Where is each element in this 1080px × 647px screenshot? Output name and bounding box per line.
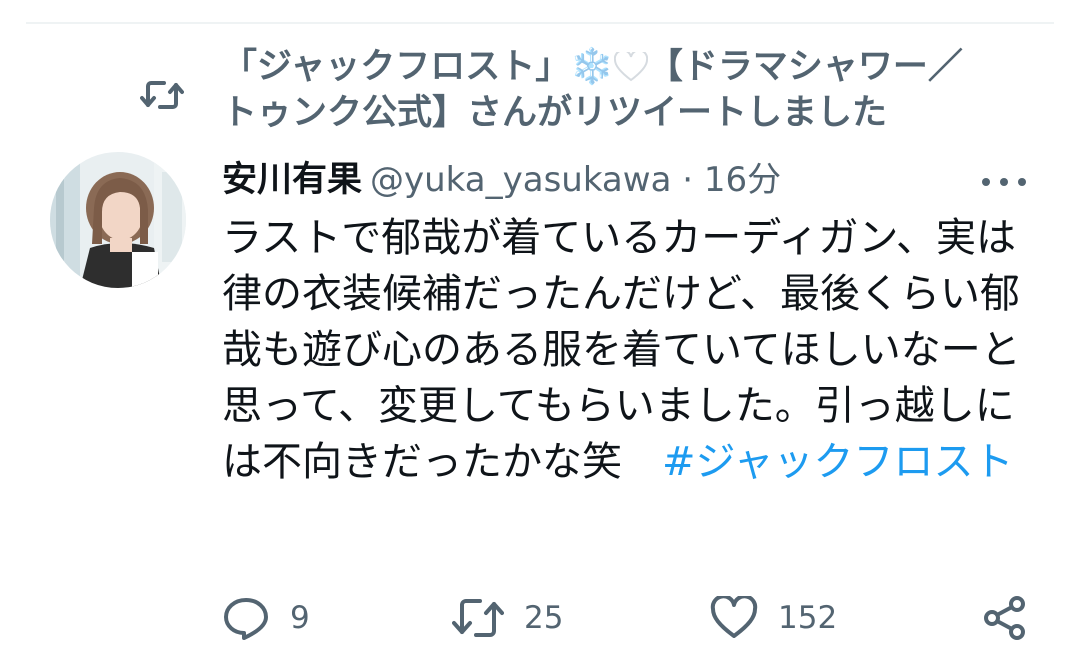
tweet-actions: 9 25 152 (0, 594, 1080, 642)
like-count: 152 (778, 600, 838, 636)
handle-and-time[interactable]: @yuka_yasukawa · 16分 (370, 160, 781, 200)
tweet-screen: 「ジャックフロスト」❄️ 【ドラマシャワー／ トゥンク公式】さんがリツイートしました… (0, 0, 1080, 647)
tweet-header: 安川有果 @yuka_yasukawa · 16分 (222, 157, 781, 203)
more-options-icon[interactable] (980, 168, 1028, 194)
retweeter-name-rest: 【ドラマシャワー／ (647, 47, 963, 87)
reply-icon (224, 598, 268, 640)
white-heart-icon (613, 52, 648, 82)
hashtag-link[interactable]: #ジャックフロスト (662, 439, 1014, 485)
retweet-icon (452, 599, 504, 637)
share-icon (984, 596, 1025, 640)
avatar[interactable] (50, 152, 186, 288)
share-button[interactable] (982, 594, 1028, 642)
retweet-icon (140, 81, 184, 109)
tweet-text: ラストで郁哉が着ているカーディガン、実は律の衣装候補だったんだけど、最後くらい郁… (222, 210, 1022, 490)
snowflake-icon: ❄️ (570, 47, 614, 87)
top-divider (26, 22, 1054, 24)
retweeter-name-line2: トゥンク公式】さんがリツイートしました (222, 93, 888, 133)
retweeter-name: 「ジャックフロスト」 (222, 47, 571, 87)
reply-button[interactable]: 9 (222, 594, 310, 642)
like-icon (710, 596, 758, 638)
display-name[interactable]: 安川有果 (222, 160, 362, 200)
retweet-button[interactable]: 25 (452, 594, 563, 642)
retweet-count: 25 (524, 600, 564, 636)
retweet-context-text[interactable]: 「ジャックフロスト」❄️ 【ドラマシャワー／ トゥンク公式】さんがリツイートしました (222, 44, 1042, 136)
like-button[interactable]: 152 (710, 594, 837, 642)
retweet-context: 「ジャックフロスト」❄️ 【ドラマシャワー／ トゥンク公式】さんがリツイートしました (0, 44, 1080, 136)
reply-count: 9 (290, 600, 310, 636)
avatar-image (50, 152, 186, 288)
